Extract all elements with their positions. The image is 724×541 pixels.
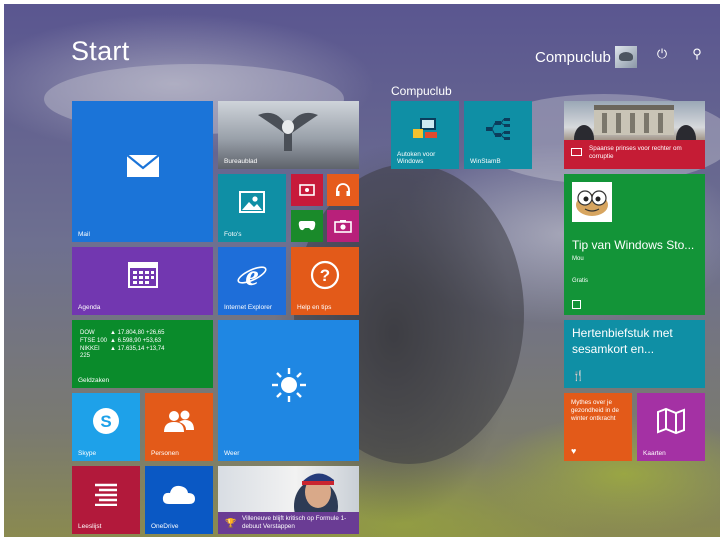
internet-explorer-icon: e: [218, 247, 286, 303]
tile-photos[interactable]: Foto's: [218, 174, 286, 242]
tile-sport-news[interactable]: 🏆 Villeneuve blijft kritisch op Formule …: [218, 466, 359, 534]
tile-label: Personen: [151, 450, 179, 457]
page-title: Start: [71, 36, 130, 66]
tile-camera[interactable]: [327, 210, 359, 242]
tile-skype[interactable]: S Skype: [72, 393, 140, 461]
tile-label: OneDrive: [151, 523, 179, 530]
tile-label: Mail: [78, 231, 90, 238]
finance-row: FTSE 100 ▲ 6.598,90 +53,63: [80, 338, 162, 344]
tile-label: Bureaublad: [224, 158, 258, 165]
cloud-icon: [145, 466, 213, 522]
tile-label: Spaanse prinses voor rechter om corrupti…: [589, 145, 682, 160]
reading-list-icon: [72, 466, 140, 522]
tile-people[interactable]: Personen: [145, 393, 213, 461]
trophy-icon: 🏆: [225, 518, 237, 528]
start-screen: Start Compuclub ⏻ ⚲ Compuclub Mail Burea…: [4, 4, 720, 537]
tile-store-tip[interactable]: Tip van Windows Sto... Mou Gratis: [564, 174, 705, 315]
sun-icon: [218, 320, 359, 449]
tile-label: Agenda: [78, 304, 101, 311]
tile-label: Internet Explorer: [224, 304, 273, 311]
newspaper-icon: [571, 148, 582, 156]
calendar-icon: [72, 247, 213, 303]
news-caption-bar: Spaanse prinses voor rechter om corrupti…: [564, 140, 705, 169]
tile-health-fitness[interactable]: Mythes over je gezondheid in de winter o…: [564, 393, 632, 461]
news-caption-bar: 🏆 Villeneuve blijft kritisch op Formule …: [218, 512, 359, 534]
group-label-compuclub: Compuclub: [391, 84, 452, 98]
tile-label: Weer: [224, 450, 240, 457]
tile-label: Villeneuve blijft kritisch op Formule 1-…: [242, 515, 347, 530]
tile-label: Skype: [78, 450, 97, 457]
family-tree-icon: [464, 101, 532, 157]
tile-agenda[interactable]: Agenda: [72, 247, 213, 315]
app-icon: [572, 182, 612, 222]
tile-reading-list[interactable]: Leeslijst: [72, 466, 140, 534]
game-controller-icon: [291, 210, 323, 242]
pigeon-image: [258, 107, 318, 153]
mail-icon: [72, 101, 213, 230]
tile-label: Autoken voor Windows: [397, 151, 436, 165]
news-photo: [218, 466, 359, 532]
tile-finance[interactable]: DOW ▲ 17.804,80 +26,65 FTSE 100 ▲ 6.598,90…: [72, 320, 213, 388]
photo-icon: [218, 174, 286, 230]
avatar: [614, 46, 637, 68]
autoken-icon: [391, 101, 459, 157]
tile-news[interactable]: Spaanse prinses voor rechter om corrupti…: [564, 101, 705, 169]
store-tip-price: Gratis: [572, 278, 589, 284]
tile-games[interactable]: [291, 210, 323, 242]
tile-video[interactable]: [291, 174, 323, 206]
svg-text:e: e: [245, 260, 258, 290]
tile-internet-explorer[interactable]: e Internet Explorer: [218, 247, 286, 315]
camera-icon: [327, 210, 359, 242]
tile-label: Kaarten: [643, 450, 666, 457]
tile-winstamb[interactable]: WinStamB: [464, 101, 532, 169]
store-bag-icon: [572, 300, 581, 309]
skype-icon: S: [72, 393, 140, 449]
tile-label: Leeslijst: [78, 523, 102, 530]
recipe-title: Hertenbiefstuk met sesamkort en...: [572, 326, 673, 356]
tile-food-drink[interactable]: Hertenbiefstuk met sesamkort en... 🍴: [564, 320, 705, 388]
user-name: Compuclub: [535, 48, 611, 66]
help-icon: ?: [291, 247, 359, 303]
tile-mail[interactable]: Mail: [72, 101, 213, 242]
tile-help[interactable]: ? Help en tips: [291, 247, 359, 315]
tile-desktop[interactable]: Bureaublad: [218, 101, 359, 169]
tile-label: Foto's: [224, 231, 242, 238]
map-icon: [637, 393, 705, 449]
tile-onedrive[interactable]: OneDrive: [145, 466, 213, 534]
power-icon[interactable]: ⏻: [652, 44, 672, 64]
store-tip-app-name: Mou: [572, 256, 584, 262]
tile-label: Help en tips: [297, 304, 332, 311]
tile-label: WinStamB: [470, 158, 501, 165]
tile-label: Geldzaken: [78, 377, 110, 384]
tile-autoken[interactable]: Autoken voor Windows: [391, 101, 459, 169]
news-photo: [564, 101, 705, 153]
video-icon: [291, 174, 323, 206]
tile-weather[interactable]: Weer: [218, 320, 359, 461]
people-icon: [145, 393, 213, 449]
tile-music[interactable]: [327, 174, 359, 206]
health-headline: Mythes over je gezondheid in de winter o…: [571, 399, 619, 422]
user-account[interactable]: Compuclub: [535, 44, 637, 70]
finance-row: DOW ▲ 17.804,80 +26,65: [80, 330, 165, 336]
svg-text:?: ?: [320, 266, 330, 285]
store-tip-title: Tip van Windows Sto...: [572, 238, 695, 252]
svg-text:S: S: [100, 412, 111, 431]
tile-maps[interactable]: Kaarten: [637, 393, 705, 461]
headphones-icon: [327, 174, 359, 206]
cutlery-icon: 🍴: [572, 371, 585, 382]
heart-icon: ♥: [571, 446, 577, 456]
finance-row: NIKKEI 225 ▲ 17.635,14 +13,74: [80, 346, 165, 359]
search-icon[interactable]: ⚲: [687, 44, 707, 64]
